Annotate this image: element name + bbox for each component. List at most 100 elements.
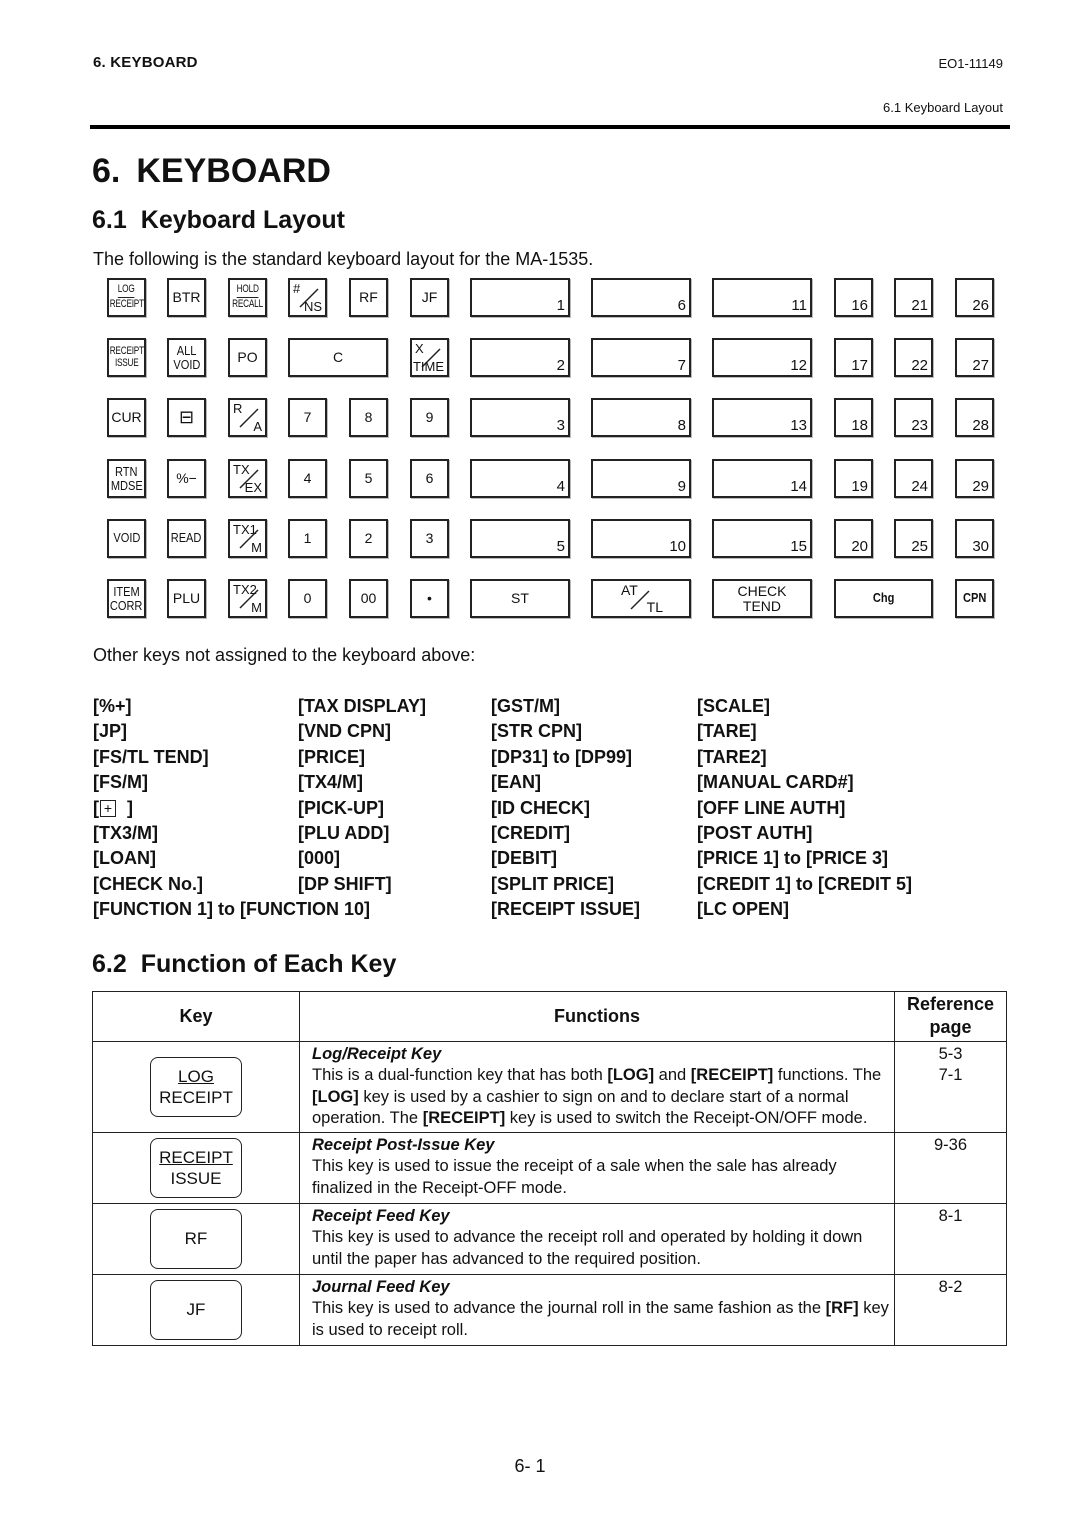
key-cell: RF [92, 1202, 300, 1275]
key-k7[interactable]: 7 [288, 398, 327, 437]
key-cur[interactable]: CUR [107, 398, 146, 437]
key-all-void[interactable]: ALL VOID [167, 338, 206, 377]
key-face: 9 [412, 400, 447, 435]
key-x-time[interactable]: X TIME [410, 338, 449, 377]
department-key-23[interactable]: 23 [894, 398, 933, 437]
key-dot[interactable]: • [410, 579, 449, 618]
key-po[interactable]: PO [228, 338, 267, 377]
other-key-item: [DP31] to [DP99] [491, 746, 633, 767]
key-face: HOLD RECALL [230, 280, 265, 315]
key-k4[interactable]: 4 [288, 459, 327, 498]
key-cpn[interactable]: CPN [955, 579, 994, 618]
department-key-11[interactable]: 11 [712, 278, 812, 317]
department-key-15[interactable]: 15 [712, 519, 812, 558]
key-rf[interactable]: RF [349, 278, 388, 317]
department-key-6[interactable]: 6 [591, 278, 691, 317]
reference-page-cell: 8-2 [894, 1273, 1007, 1346]
key-illustration-bottom: JF [186, 1300, 206, 1320]
key-label: 7 [303, 409, 312, 426]
key-label-top: ITEM [113, 583, 140, 599]
department-key-18[interactable]: 18 [834, 398, 873, 437]
department-key-28[interactable]: 28 [955, 398, 994, 437]
header-reference-page: Reference page [894, 991, 1007, 1042]
key-log-receipt[interactable]: LOG RECEIPT [107, 278, 146, 317]
department-key-13[interactable]: 13 [712, 398, 812, 437]
department-key-12[interactable]: 12 [712, 338, 812, 377]
key-face: CHECK TEND [714, 581, 810, 616]
department-key-22[interactable]: 22 [894, 338, 933, 377]
department-key-20[interactable]: 20 [834, 519, 873, 558]
key-item-corr[interactable]: ITEM CORR [107, 579, 146, 618]
department-key-4[interactable]: 4 [470, 459, 570, 498]
key-chg[interactable]: Chg [834, 579, 933, 618]
key-label-bottom: TIME [412, 359, 444, 374]
department-key-1[interactable]: 1 [470, 278, 570, 317]
key-tx-ex[interactable]: TX EX [228, 459, 267, 498]
key-hold-recall[interactable]: HOLD RECALL [228, 278, 267, 317]
running-header-chapter: 6. KEYBOARD [93, 54, 198, 71]
key-r-a[interactable]: RA [228, 398, 267, 437]
key-receipt-issue[interactable]: RECEIPT ISSUE [107, 338, 146, 377]
key-k3[interactable]: 3 [410, 519, 449, 558]
department-key-3[interactable]: 3 [470, 398, 570, 437]
key-tx2-m[interactable]: TX2 M [228, 579, 267, 618]
key-label: 8 [364, 409, 373, 426]
key-pct-minus[interactable]: %− [167, 459, 206, 498]
department-key-16[interactable]: 16 [834, 278, 873, 317]
other-key-item: [MANUAL CARD#] [697, 772, 854, 793]
department-key-7[interactable]: 7 [591, 338, 691, 377]
key-check-tend[interactable]: CHECK TEND [712, 579, 812, 618]
key-jf[interactable]: JF [410, 278, 449, 317]
key-illustration-top: RECEIPT [159, 1147, 233, 1167]
department-key-24[interactable]: 24 [894, 459, 933, 498]
department-key-8[interactable]: 8 [591, 398, 691, 437]
key-stack: ITEM CORR [107, 585, 145, 612]
key-face: LOG RECEIPT [109, 280, 144, 315]
department-key-9[interactable]: 9 [591, 459, 691, 498]
department-key-2[interactable]: 2 [470, 338, 570, 377]
key-illustration-bottom: RF [184, 1229, 208, 1249]
key-rtn-mdse[interactable]: RTN MDSE [107, 459, 146, 498]
key-btr[interactable]: BTR [167, 278, 206, 317]
key-label: CUR [111, 409, 142, 426]
key-void[interactable]: VOID [107, 519, 146, 558]
department-key-5[interactable]: 5 [470, 519, 570, 558]
key-label: 1 [303, 530, 312, 547]
key-tx1-m[interactable]: TX1 M [228, 519, 267, 558]
key-ns[interactable]: # NS [288, 278, 327, 317]
key-k8[interactable]: 8 [349, 398, 388, 437]
department-key-number: 9 [677, 478, 686, 495]
department-key-10[interactable]: 10 [591, 519, 691, 558]
department-key-21[interactable]: 21 [894, 278, 933, 317]
department-key-17[interactable]: 17 [834, 338, 873, 377]
key-label-top: LOG [118, 284, 135, 298]
key-k2[interactable]: 2 [349, 519, 388, 558]
header-functions: Functions [299, 991, 895, 1042]
key-k00[interactable]: 00 [349, 579, 388, 618]
department-key-14[interactable]: 14 [712, 459, 812, 498]
key-k0[interactable]: 0 [288, 579, 327, 618]
department-key-26[interactable]: 26 [955, 278, 994, 317]
key-k9[interactable]: 9 [410, 398, 449, 437]
key-k5[interactable]: 5 [349, 459, 388, 498]
key-at-tl[interactable]: AT TL [591, 579, 691, 618]
key-k1[interactable]: 1 [288, 519, 327, 558]
key-c[interactable]: C [288, 338, 388, 377]
key-face: ITEM CORR [109, 581, 144, 616]
reference-page: 7-1 [938, 1066, 963, 1085]
other-key-item: [SCALE] [697, 696, 770, 716]
key-read[interactable]: READ [167, 519, 206, 558]
key-st[interactable]: ST [470, 579, 570, 618]
key-plu[interactable]: PLU [167, 579, 206, 618]
department-key-25[interactable]: 25 [894, 519, 933, 558]
key-minus-box[interactable]: ⊟ [167, 398, 206, 437]
department-key-29[interactable]: 29 [955, 459, 994, 498]
key-k6[interactable]: 6 [410, 459, 449, 498]
function-title: Log/Receipt Key [312, 1044, 442, 1063]
department-key-19[interactable]: 19 [834, 459, 873, 498]
key-label: RF [359, 289, 378, 306]
department-key-27[interactable]: 27 [955, 338, 994, 377]
other-key-item: [POST AUTH] [697, 823, 813, 844]
function-title: Receipt Feed Key [312, 1206, 450, 1225]
department-key-30[interactable]: 30 [955, 519, 994, 558]
